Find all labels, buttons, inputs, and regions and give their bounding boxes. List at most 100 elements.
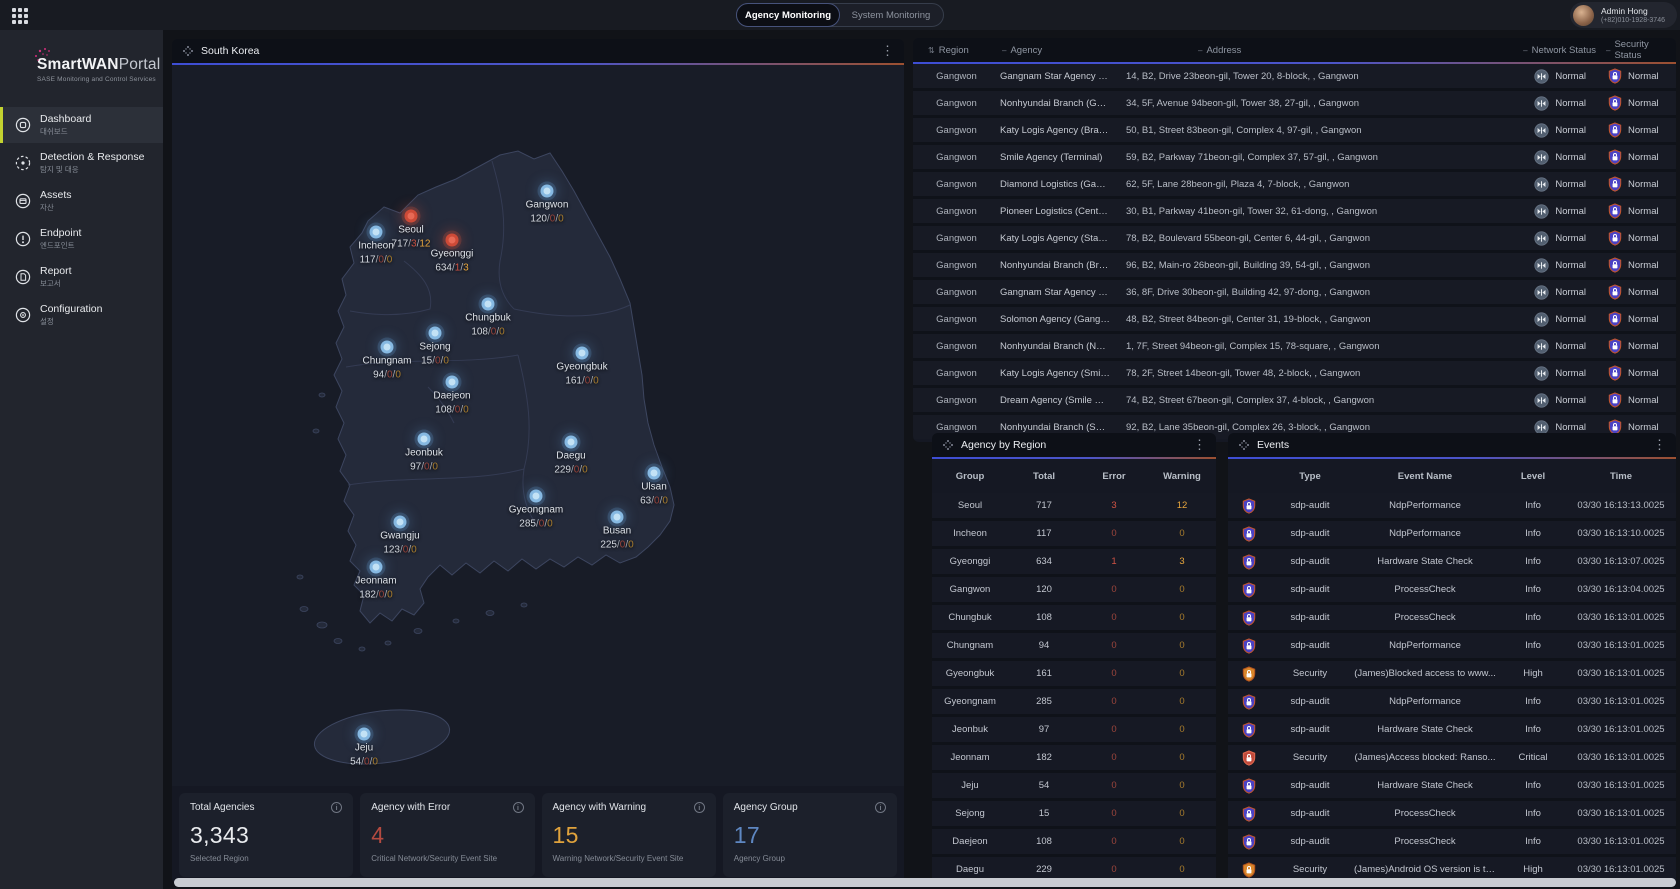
region-table-row[interactable]: Gyeongnam28500 [932,689,1216,714]
column-header-region[interactable]: ⇅Region [913,45,1000,56]
column-header-agency[interactable]: –Agency [1000,45,1120,56]
horizontal-scrollbar[interactable] [174,878,1676,887]
map-marker-jeonbuk[interactable]: Jeonbuk97/0/0 [418,433,431,446]
info-icon[interactable]: i [694,802,705,813]
column-header-event-name[interactable]: Event Name [1350,471,1500,482]
column-header-address[interactable]: –Address [1120,45,1440,56]
region-table-row[interactable]: Jeju5400 [932,773,1216,798]
event-row[interactable]: sdp-auditHardware State CheckInfo03/30 1… [1228,549,1676,574]
agency-table-row[interactable]: GangwonNonhyundai Branch (North)1, 7F, S… [913,334,1676,358]
tab-agency-monitoring[interactable]: Agency Monitoring [736,3,840,27]
event-row[interactable]: sdp-auditNdpPerformanceInfo03/30 16:13:0… [1228,633,1676,658]
agency-table-row[interactable]: GangwonNonhyundai Branch (Gangwon ...34,… [913,91,1676,115]
map-marker-daegu[interactable]: Daegu229/0/0 [565,436,578,449]
sidebar-item-configuration[interactable]: Configuration설정 [0,297,163,333]
agency-table-row[interactable]: GangwonPioneer Logistics (Central Gang..… [913,199,1676,223]
region-table-row[interactable]: Jeonbuk9700 [932,717,1216,742]
map-marker-ulsan[interactable]: Ulsan63/0/0 [648,467,661,480]
cell-event-type: sdp-audit [1270,808,1350,819]
column-header-type[interactable]: Type [1270,471,1350,482]
events-menu-icon[interactable]: ⋮ [1653,437,1666,453]
agency-table-row[interactable]: GangwonSolomon Agency (Gangwon Star...48… [913,307,1676,331]
agency-table-row[interactable]: GangwonSmile Agency (Terminal)59, B2, Pa… [913,145,1676,169]
sidebar-item-dashboard[interactable]: Dashboard대쉬보드 [0,107,163,143]
column-header-time[interactable]: Time [1566,471,1676,482]
cell-event-time: 03/30 16:13:10.0025 [1566,528,1676,539]
agency-table-row[interactable]: GangwonKaty Logis Agency (Station)78, B2… [913,226,1676,250]
app-grid-icon[interactable] [12,8,28,24]
security-shield-icon [1608,68,1622,84]
region-table-row[interactable]: Chungbuk10800 [932,605,1216,630]
event-row[interactable]: sdp-auditProcessCheckInfo03/30 16:13:04.… [1228,577,1676,602]
map-marker-chungnam[interactable]: Chungnam94/0/0 [381,341,394,354]
info-icon[interactable]: i [875,802,886,813]
sidebar-item-assets[interactable]: Assets자산 [0,183,163,219]
agency-table-row[interactable]: GangwonNonhyundai Branch (Branch)96, B2,… [913,253,1676,277]
map-marker-sejong[interactable]: Sejong15/0/0 [429,327,442,340]
marker-warning: 0 [593,375,599,386]
region-table-row[interactable]: Jeonnam18200 [932,745,1216,770]
map-marker-gangwon[interactable]: Gangwon120/0/0 [541,185,554,198]
event-row[interactable]: sdp-auditProcessCheckInfo03/30 16:13:01.… [1228,605,1676,630]
event-row[interactable]: sdp-auditHardware State CheckInfo03/30 1… [1228,717,1676,742]
map-marker-gwangju[interactable]: Gwangju123/0/0 [394,516,407,529]
cell-agency: Gangnam Star Agency (North) [1000,287,1120,298]
column-header-level[interactable]: Level [1500,471,1566,482]
agency-table-row[interactable]: GangwonGangnam Star Agency (North)36, 8F… [913,280,1676,304]
user-chip[interactable]: Admin Hong (+82)010-1928-3746 [1570,2,1677,28]
region-menu-icon[interactable]: ⋮ [1193,437,1206,453]
marker-counts: 54/0/0 [350,755,378,769]
column-header-error[interactable]: Error [1080,471,1148,482]
map-menu-icon[interactable]: ⋮ [881,43,894,59]
event-row[interactable]: sdp-auditProcessCheckInfo03/30 16:13:01.… [1228,829,1676,854]
event-row[interactable]: sdp-auditNdpPerformanceInfo03/30 16:13:0… [1228,689,1676,714]
region-table-row[interactable]: Seoul717312 [932,493,1216,518]
agency-table-row[interactable]: GangwonKaty Logis Agency (Smile Center)7… [913,361,1676,385]
column-header-total[interactable]: Total [1008,471,1080,482]
map-marker-gyeongbuk[interactable]: Gyeongbuk161/0/0 [576,347,589,360]
column-header-network-status[interactable]: –Network Status [1440,45,1600,56]
sidebar-item-endpoint[interactable]: Endpoint엔드포인트 [0,221,163,257]
region-table-row[interactable]: Sejong1500 [932,801,1216,826]
column-header-warning[interactable]: Warning [1148,471,1216,482]
cell-error: 3 [1080,500,1148,511]
event-row[interactable]: sdp-auditNdpPerformanceInfo03/30 16:13:1… [1228,493,1676,518]
region-table-row[interactable]: Daejeon10800 [932,829,1216,854]
column-header-group[interactable]: Group [932,471,1008,482]
sidebar-item-report[interactable]: Report보고서 [0,259,163,295]
agency-table-row[interactable]: GangwonDiamond Logistics (Gangwon St...6… [913,172,1676,196]
cell-event-name: NdpPerformance [1350,500,1500,511]
sidebar-item-sublabel: 탐지 및 대응 [40,164,144,175]
event-row[interactable]: Security(James)Access blocked: Ranso...C… [1228,745,1676,770]
column-header-security-status[interactable]: –Security Status [1600,39,1676,61]
info-icon[interactable]: i [513,802,524,813]
sidebar-item-detection-response[interactable]: Detection & Response탐지 및 대응 [0,145,163,181]
map-marker-busan[interactable]: Busan225/0/0 [611,511,624,524]
region-table-row[interactable]: Incheon11700 [932,521,1216,546]
map-marker-jeonnam[interactable]: Jeonnam182/0/0 [370,561,383,574]
event-row[interactable]: sdp-auditHardware State CheckInfo03/30 1… [1228,773,1676,798]
region-table-row[interactable]: Chungnam9400 [932,633,1216,658]
map-marker-gyeongnam[interactable]: Gyeongnam285/0/0 [530,490,543,503]
map-marker-daejeon[interactable]: Daejeon108/0/0 [446,376,459,389]
security-status-label: Normal [1628,368,1659,379]
map-marker-jeju[interactable]: Jeju54/0/0 [358,728,371,741]
event-row[interactable]: sdp-auditNdpPerformanceInfo03/30 16:13:1… [1228,521,1676,546]
region-table-row[interactable]: Gyeonggi63413 [932,549,1216,574]
tab-system-monitoring[interactable]: System Monitoring [839,3,943,27]
region-table-row[interactable]: Gangwon12000 [932,577,1216,602]
map-area[interactable]: Seoul717/3/12 Incheon117/0/0 Gyeonggi634/1… [172,65,904,786]
region-table-row[interactable]: Gyeongbuk16100 [932,661,1216,686]
map-marker-gyeonggi[interactable]: Gyeonggi634/1/3 [446,234,459,247]
column-label: Network Status [1532,45,1596,56]
marker-dot-icon [530,490,543,503]
agency-table-row[interactable]: GangwonDream Agency (Smile Center)74, B2… [913,388,1676,412]
agency-table-row[interactable]: GangwonGangnam Star Agency (North)14, B2… [913,64,1676,88]
cell-group: Jeonbuk [932,724,1008,735]
agency-table-row[interactable]: GangwonKaty Logis Agency (Branch)50, B1,… [913,118,1676,142]
map-marker-chungbuk[interactable]: Chungbuk108/0/0 [482,298,495,311]
event-row[interactable]: sdp-auditProcessCheckInfo03/30 16:13:01.… [1228,801,1676,826]
map-marker-seoul[interactable]: Seoul717/3/12 [405,210,418,223]
event-row[interactable]: Security(James)Blocked access to www...H… [1228,661,1676,686]
map-marker-incheon[interactable]: Incheon117/0/0 [370,226,383,239]
